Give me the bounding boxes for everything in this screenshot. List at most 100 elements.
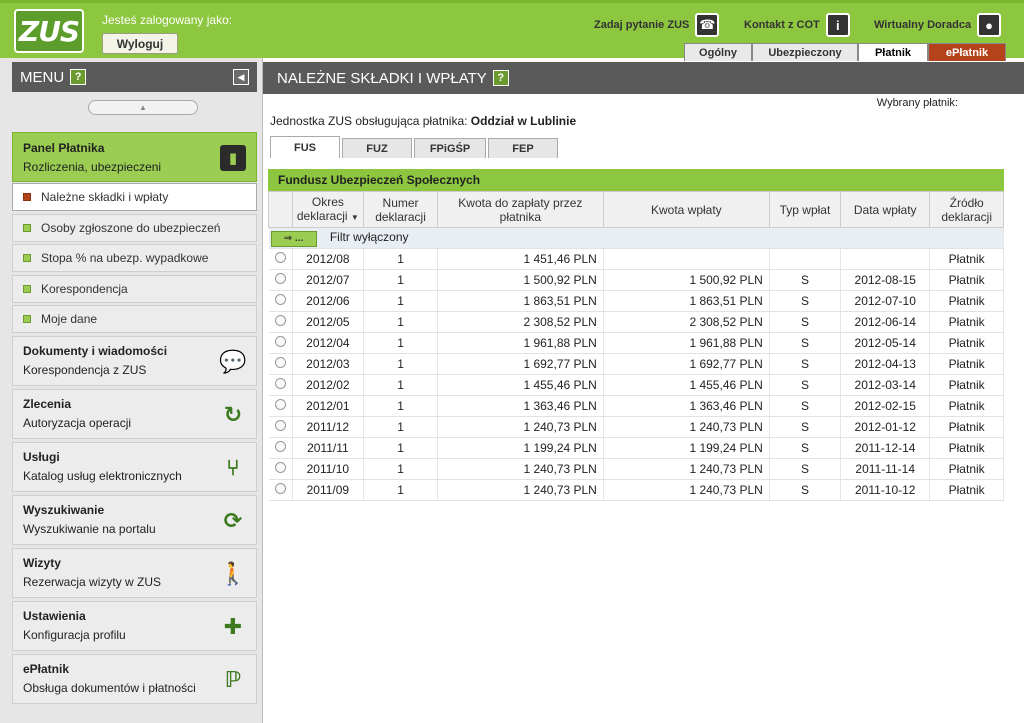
cell-okres: 2011/11 — [292, 437, 365, 459]
menu-title: MENU — [20, 68, 65, 86]
row-radio[interactable] — [274, 315, 286, 326]
cell-numer: 1 — [363, 332, 438, 354]
sidebar-item-moje-dane[interactable]: Moje dane — [12, 305, 257, 333]
column-numer[interactable]: Numer deklaracji — [363, 191, 438, 228]
row-select-cell — [268, 353, 293, 375]
menu-scroll-up-button[interactable]: ▲ — [88, 100, 198, 115]
logout-button[interactable]: Wyloguj — [102, 33, 178, 54]
cell-okres: 2011/09 — [292, 479, 365, 501]
zus-logo[interactable]: ZUS — [14, 9, 84, 53]
page-help-icon[interactable]: ? — [492, 70, 509, 86]
table-row[interactable]: 2011/10 1 1 240,73 PLN 1 240,73 PLN S 2011-11… — [268, 458, 1004, 480]
cell-typ-wplat: S — [769, 332, 842, 354]
menu-section-wizyty[interactable]: Wizyty Rezerwacja wizyty w ZUS 🚶 — [12, 548, 257, 598]
menu-section-zlecenia[interactable]: Zlecenia Autoryzacja operacji ↻ — [12, 389, 257, 439]
top-header: ZUS Jesteś zalogowany jako: Wyloguj Zada… — [0, 0, 1024, 61]
table-row[interactable]: 2011/09 1 1 240,73 PLN 1 240,73 PLN S 2011-10… — [268, 479, 1004, 501]
row-select-cell — [268, 458, 293, 480]
filter-arrow-icon: ⇒ — [283, 232, 293, 244]
tab-ogolny[interactable]: Ogólny — [684, 43, 752, 61]
table-row[interactable]: 2012/05 1 2 308,52 PLN 2 308,52 PLN S 2012-06… — [268, 311, 1004, 333]
row-radio[interactable] — [274, 378, 286, 389]
tab-ubezpieczony[interactable]: Ubezpieczony — [752, 43, 858, 61]
menu-section-dokumenty[interactable]: Dokumenty i wiadomości Korespondencja z … — [12, 336, 257, 386]
section-subtitle: Rezerwacja wizyty w ZUS — [23, 575, 162, 589]
row-radio[interactable] — [274, 294, 286, 305]
table-row[interactable]: 2012/06 1 1 863,51 PLN 1 863,51 PLN S 2012-07… — [268, 290, 1004, 312]
table-row[interactable]: 2012/03 1 1 692,77 PLN 1 692,77 PLN S 2012-04… — [268, 353, 1004, 375]
table-row[interactable]: 2012/01 1 1 363,46 PLN 1 363,46 PLN S 2012-02… — [268, 395, 1004, 417]
column-data-wplaty[interactable]: Data wpłaty — [840, 191, 931, 228]
cell-okres: 2012/02 — [292, 374, 365, 396]
collapse-menu-icon[interactable]: ◀ — [233, 69, 249, 85]
column-kwota-wplaty[interactable]: Kwota wpłaty — [602, 191, 770, 228]
menu-section-eplatnik[interactable]: ePłatnik Obsługa dokumentów i płatności … — [12, 654, 257, 704]
cell-zrodlo: Płatnik — [929, 395, 1004, 417]
question-icon: ☎ — [695, 13, 720, 37]
section-subtitle: Autoryzacja operacji — [23, 416, 132, 430]
sort-down-icon: ▼ — [350, 212, 359, 222]
contact-cot-label: Kontakt z COT — [744, 19, 820, 31]
column-zrodlo[interactable]: Źródło deklaracji — [929, 191, 1004, 228]
ask-zus-link[interactable]: Zadaj pytanie ZUS ☎ — [594, 13, 720, 37]
row-radio[interactable] — [274, 462, 286, 473]
tab-fuz[interactable]: FUZ — [342, 138, 412, 158]
row-radio[interactable] — [274, 483, 286, 494]
cell-numer: 1 — [363, 353, 438, 375]
tab-platnik[interactable]: Płatnik — [858, 43, 928, 61]
cell-kwota-do-zaplaty: 1 500,92 PLN — [437, 269, 604, 291]
cell-zrodlo: Płatnik — [929, 479, 1004, 501]
menu-help-icon[interactable]: ? — [70, 69, 87, 85]
column-typ-wplat[interactable]: Typ wpłat — [768, 191, 842, 228]
cell-typ-wplat: S — [769, 353, 842, 375]
column-select — [268, 191, 293, 228]
tab-fus[interactable]: FUS — [270, 136, 340, 158]
sidebar-item-korespondencja[interactable]: Korespondencja — [12, 275, 257, 303]
panel-platnika-icon: ▮ — [220, 145, 246, 171]
table-row[interactable]: 2011/12 1 1 240,73 PLN 1 240,73 PLN S 2012-01… — [268, 416, 1004, 438]
row-select-cell — [268, 395, 293, 417]
cell-okres: 2012/04 — [292, 332, 365, 354]
virtual-advisor-link[interactable]: Wirtualny Doradca ● — [874, 13, 1002, 37]
row-radio[interactable] — [274, 357, 286, 368]
sidebar-item-label: Korespondencja — [41, 282, 128, 296]
row-radio[interactable] — [274, 420, 286, 431]
page-title-bar: NALEŻNE SKŁADKI I WPŁATY ? — [263, 62, 1024, 94]
table-row[interactable]: 2011/11 1 1 199,24 PLN 1 199,24 PLN S 2011-12… — [268, 437, 1004, 459]
filter-status: Filtr wyłączony — [329, 229, 409, 244]
sidebar-item-osoby-zgloszone[interactable]: Osoby zgłoszone do ubezpieczeń — [12, 214, 257, 242]
zus-unit-info: Jednostka ZUS obsługująca płatnika: Oddz… — [270, 114, 576, 128]
cell-kwota-wplaty: 1 863,51 PLN — [603, 290, 770, 312]
menu-section-uslugi[interactable]: Usługi Katalog usług elektronicznych ⑂ — [12, 442, 257, 492]
table-row[interactable]: 2012/02 1 1 455,46 PLN 1 455,46 PLN S 2012-03… — [268, 374, 1004, 396]
table-row[interactable]: 2012/07 1 1 500,92 PLN 1 500,92 PLN S 2012-08… — [268, 269, 1004, 291]
tab-eplatnik[interactable]: ePłatnik — [928, 43, 1006, 61]
portal-tabs: Ogólny Ubezpieczony Płatnik ePłatnik — [684, 43, 1006, 61]
filter-button[interactable]: ⇒ ... — [270, 230, 317, 247]
person-icon: ● — [977, 13, 1002, 37]
column-kwota-do-zaplaty[interactable]: Kwota do zapłaty przez płatnika — [436, 191, 604, 228]
menu-panel-platnika[interactable]: Panel Płatnika Rozliczenia, ubezpieczeni… — [12, 132, 257, 182]
menu-section-wyszukiwanie[interactable]: Wyszukiwanie Wyszukiwanie na portalu ⟳ — [12, 495, 257, 545]
table-row[interactable]: 2012/04 1 1 961,88 PLN 1 961,88 PLN S 2012-05… — [268, 332, 1004, 354]
tab-fep[interactable]: FEP — [488, 138, 558, 158]
section-title: Ustawienia — [23, 609, 86, 623]
row-radio[interactable] — [274, 252, 286, 263]
column-okres[interactable]: Okres deklaracji ▼ — [291, 191, 365, 228]
contact-cot-link[interactable]: Kontakt z COT i — [744, 13, 850, 37]
row-select-cell — [268, 248, 293, 270]
cell-okres: 2012/07 — [292, 269, 365, 291]
section-subtitle: Katalog usług elektronicznych — [23, 469, 182, 483]
cell-numer: 1 — [363, 374, 438, 396]
section-title: Dokumenty i wiadomości — [23, 344, 168, 358]
table-row[interactable]: 2012/08 1 1 451,46 PLN Płatnik — [268, 248, 1004, 270]
row-radio[interactable] — [274, 399, 286, 410]
row-radio[interactable] — [274, 273, 286, 284]
sidebar-item-stopa-procentowa[interactable]: Stopa % na ubezp. wypadkowe — [12, 244, 257, 272]
tab-fpigsp[interactable]: FPiGŚP — [414, 138, 486, 158]
row-radio[interactable] — [274, 441, 286, 452]
row-radio[interactable] — [274, 336, 286, 347]
cell-zrodlo: Płatnik — [929, 332, 1004, 354]
sidebar-item-nalezne-skladki[interactable]: Należne składki i wpłaty — [12, 183, 257, 211]
menu-section-ustawienia[interactable]: Ustawienia Konfiguracja profilu ✚ — [12, 601, 257, 651]
